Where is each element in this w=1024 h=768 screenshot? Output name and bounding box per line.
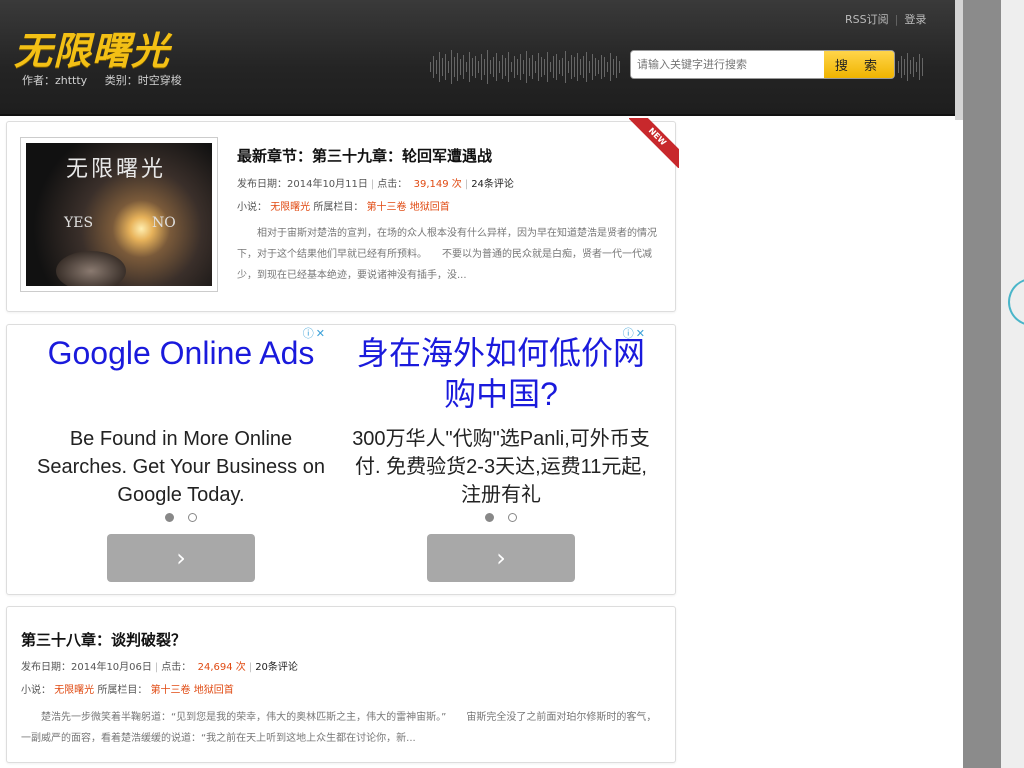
side-panel (963, 0, 1024, 768)
comments-link[interactable]: 24条评论 (471, 179, 514, 190)
post-date: 发布日期：2014年10月06日 (21, 662, 152, 673)
site-header: 无限曙光 作者：zhttty 类别：时空穿梭 RSS订阅 | 登录 搜 索 (0, 0, 955, 116)
ad-headline[interactable]: Google Online Ads (31, 333, 331, 374)
post-excerpt: 相对于宙斯对楚浩的宣判，在场的众人根本没有什么异样，因为早在知道楚浩是贤者的情况… (237, 228, 657, 281)
side-strip (955, 0, 963, 120)
category-text: 类别：时空穿梭 (104, 74, 182, 87)
ad-headline[interactable]: 身在海外如何低价网购中国? (351, 333, 651, 415)
ad-dot-active[interactable] (485, 513, 494, 522)
thumbnail-no: NO (152, 215, 176, 231)
post-category: 小说： 无限曙光 所属栏目： 第十三卷 地狱回首 (237, 198, 450, 213)
ad-pagination (341, 513, 661, 522)
thumbnail-image: 无限曙光 YES NO (26, 143, 212, 286)
new-ribbon: NEW (629, 118, 679, 168)
search-box: 搜 索 (630, 50, 895, 79)
login-link[interactable]: 登录 (904, 13, 926, 26)
post-card: 第三十八章：谈判破裂？ 发布日期：2014年10月06日 | 点击： 24,694 … (6, 606, 676, 763)
ad-body: 300万华人"代购"选Panli,可外币支付. 免费验货2-3天达,运费11元起… (352, 428, 650, 506)
comments-link[interactable]: 20条评论 (255, 662, 298, 673)
ad-unit[interactable]: ⓘ✕ 身在海外如何低价网购中国? 300万华人"代购"选Panli,可外币支付.… (341, 325, 661, 595)
novel-link[interactable]: 无限曙光 (270, 202, 310, 213)
clicks-value: 24,694 次 (197, 662, 246, 673)
top-links: RSS订阅 | 登录 (845, 11, 926, 27)
thumbnail-yes: YES (64, 215, 94, 231)
clicks-value: 39,149 次 (413, 179, 462, 190)
ad-body: Be Found in More Online Searches. Get Yo… (37, 428, 325, 506)
column-label: 所属栏目： (97, 685, 148, 696)
thumbnail-hand (56, 251, 126, 286)
post-category: 小说： 无限曙光 所属栏目： 第十三卷 地狱回首 (21, 681, 234, 696)
novel-label: 小说： (237, 202, 267, 213)
top-links-divider: | (894, 13, 899, 26)
post-thumbnail[interactable]: 无限曙光 YES NO (20, 137, 218, 292)
search-button[interactable]: 搜 索 (824, 51, 894, 78)
ad-dot[interactable] (188, 513, 197, 522)
post-title[interactable]: 最新章节：第三十九章：轮回军遭遇战 (237, 145, 492, 166)
ad-next-button[interactable]: › (427, 534, 575, 582)
column-link[interactable]: 第十三卷 地狱回首 (367, 202, 450, 213)
ad-unit[interactable]: ⓘ✕ Google Online Ads Be Found in More On… (21, 325, 341, 595)
column-label: 所属栏目： (313, 202, 364, 213)
ad-pagination (21, 513, 341, 522)
author-text: 作者：zhttty (22, 74, 88, 87)
novel-link[interactable]: 无限曙光 (54, 685, 94, 696)
post-stats: 发布日期：2014年10月11日 | 点击： 39,149 次 | 24条评论 (237, 179, 514, 190)
post-date: 发布日期：2014年10月11日 (237, 179, 368, 190)
post-stats: 发布日期：2014年10月06日 | 点击： 24,694 次 | 20条评论 (21, 662, 298, 673)
post-card: NEW 无限曙光 YES NO 最新章节：第三十九章：轮回军遭遇战 发布日期：2… (6, 118, 679, 312)
novel-meta: 作者：zhttty 类别：时空穿梭 (22, 72, 196, 88)
thumbnail-title: 无限曙光 (66, 157, 167, 182)
ad-next-button[interactable]: › (107, 534, 255, 582)
clicks-label: 点击： (377, 179, 408, 190)
clicks-label: 点击： (161, 662, 192, 673)
ad-card: ⓘ✕ Google Online Ads Be Found in More On… (6, 324, 676, 595)
new-badge: NEW (629, 118, 679, 168)
search-input[interactable] (631, 51, 825, 78)
ad-dot[interactable] (508, 513, 517, 522)
novel-label: 小说： (21, 685, 51, 696)
decorative-waveform (430, 48, 620, 86)
site-logo[interactable]: 无限曙光 (14, 20, 170, 75)
post-title[interactable]: 第三十八章：谈判破裂？ (21, 629, 186, 650)
ad-dot-active[interactable] (165, 513, 174, 522)
column-link[interactable]: 第十三卷 地狱回首 (151, 685, 234, 696)
rss-link[interactable]: RSS订阅 (845, 13, 889, 26)
post-excerpt: 楚浩先一步微笑着半鞠躬道：“见到您是我的荣幸，伟大的奥林匹斯之主，伟大的雷神宙斯… (21, 712, 657, 744)
decorative-waveform-right (898, 48, 923, 86)
